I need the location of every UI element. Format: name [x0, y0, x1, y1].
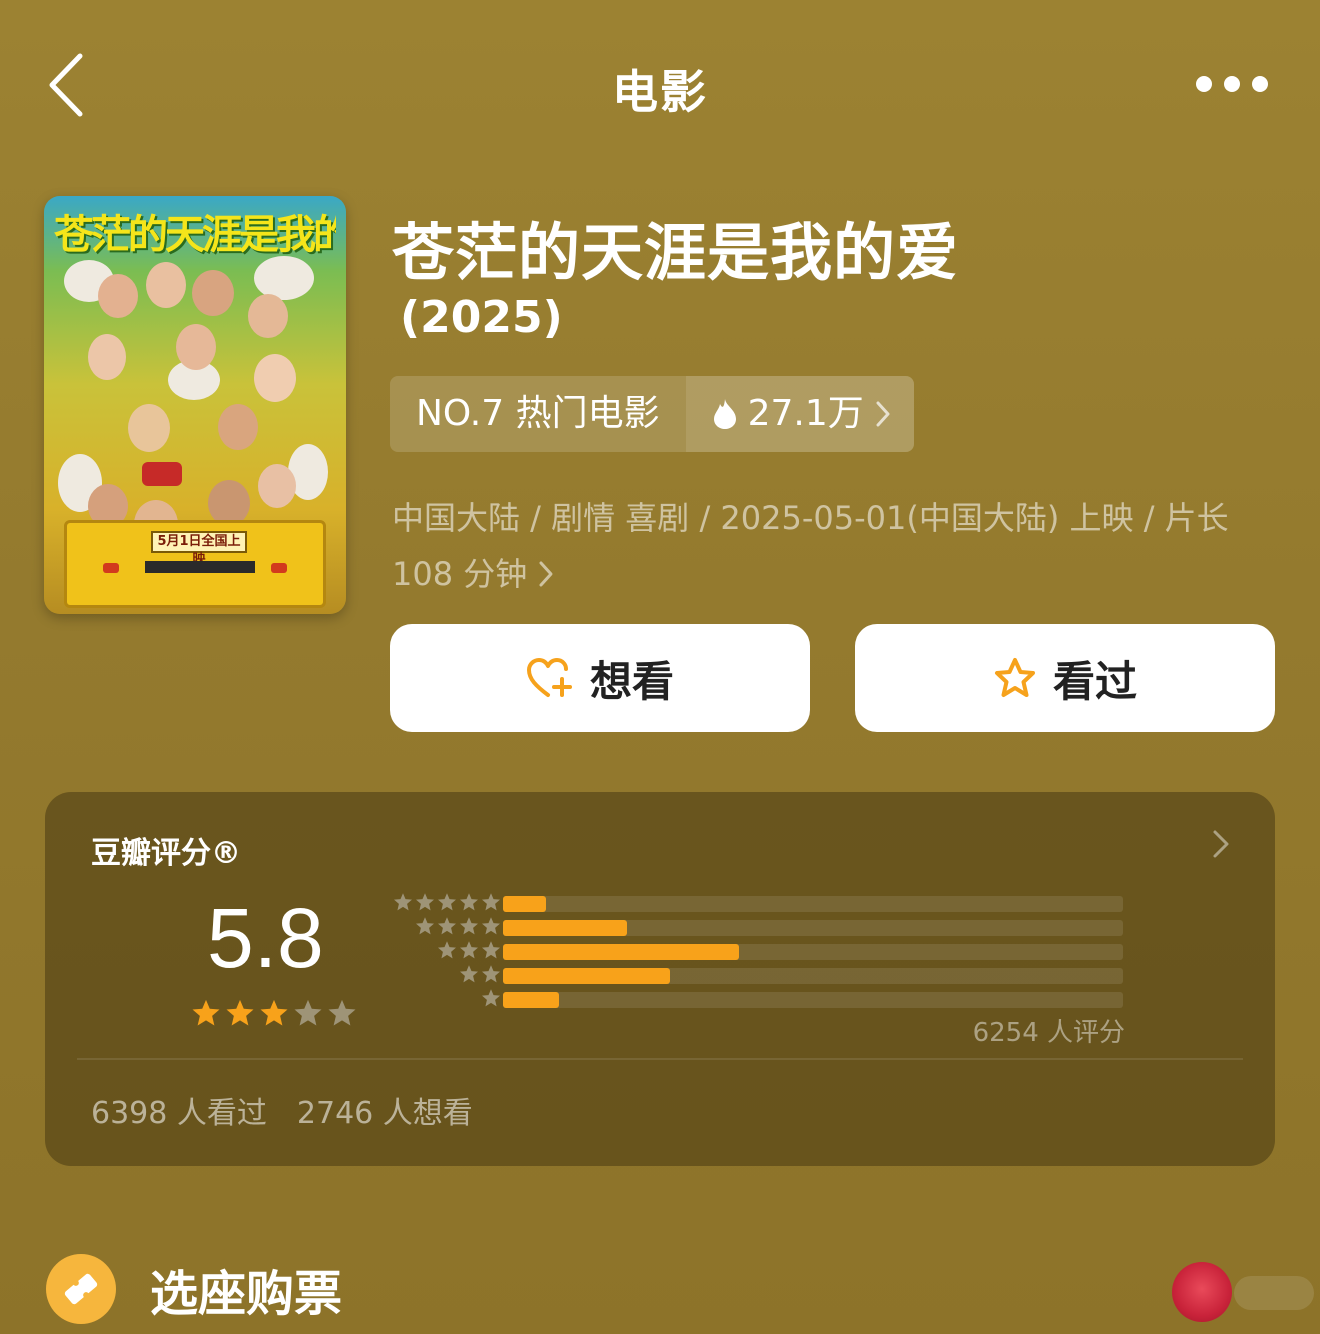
distribution-stars [459, 964, 501, 984]
star-empty-icon [294, 999, 322, 1026]
poster-title-art: 苍茫的天涯是我的爱 [54, 211, 336, 258]
movie-year: (2025) [400, 292, 563, 343]
movie-title: 苍茫的天涯是我的爱 [392, 216, 960, 289]
heat-value: 27.1万 [747, 393, 864, 434]
star-small-icon [482, 965, 500, 983]
distribution-track [503, 920, 1123, 936]
star-filled-icon [260, 999, 288, 1026]
buy-ticket-row[interactable]: 选座购票 [46, 1254, 342, 1324]
ticket-icon [46, 1254, 116, 1324]
more-options-button[interactable] [1196, 66, 1268, 102]
distribution-row [383, 988, 1133, 1012]
chevron-right-icon [876, 401, 890, 427]
want-to-watch-button[interactable]: 想看 [390, 624, 810, 732]
star-small-icon [460, 917, 478, 935]
chevron-right-icon [539, 561, 553, 587]
want-to-watch-label: 想看 [589, 656, 674, 706]
distribution-row [383, 892, 1133, 916]
watched-button[interactable]: 看过 [855, 624, 1275, 732]
more-dot-icon [1196, 76, 1212, 92]
meta-line-1: 中国大陆 / 剧情 喜剧 / 2025-05-01(中国大陆) 上映 / 片长 [392, 499, 1229, 537]
distribution-stars [437, 940, 501, 960]
distribution-stars [415, 916, 501, 936]
chevron-right-icon [1213, 830, 1229, 858]
distribution-bar [503, 968, 671, 984]
watched-count: 6398 人看过 [91, 1096, 267, 1131]
distribution-track [503, 968, 1123, 984]
distribution-row [383, 916, 1133, 940]
rating-card-title: 豆瓣评分® [91, 836, 241, 871]
distribution-bar [503, 944, 739, 960]
distribution-bar [503, 992, 559, 1008]
star-empty-icon [328, 999, 356, 1026]
star-small-icon [482, 917, 500, 935]
poster-truck-art: 5月1日全国上映 [64, 520, 326, 608]
rating-score: 5.8 [207, 891, 324, 985]
star-filled-icon [192, 999, 220, 1026]
star-small-icon [460, 941, 478, 959]
want-count: 2746 人想看 [296, 1096, 473, 1131]
flame-icon [713, 399, 736, 429]
rating-distribution [383, 892, 1133, 1012]
nav-bar: 电影 [0, 0, 1320, 170]
meta-line-2: 108 分钟 [392, 555, 528, 593]
poster-release-banner: 5月1日全国上映 [151, 531, 247, 567]
distribution-bar [503, 920, 627, 936]
poster-crowd-art [58, 254, 332, 554]
star-filled-icon [226, 999, 254, 1026]
rating-count: 6254 人评分 [972, 1018, 1125, 1048]
more-dot-icon [1252, 76, 1268, 92]
star-small-icon [460, 893, 478, 911]
more-dot-icon [1224, 76, 1240, 92]
distribution-stars [393, 892, 501, 912]
douban-rating-card[interactable]: 豆瓣评分® 5.8 6254 人评分 6398 人看过 2746 人想看 [45, 792, 1275, 1166]
star-small-icon [438, 917, 456, 935]
star-small-icon [438, 893, 456, 911]
distribution-stars [481, 988, 501, 1008]
rating-divider [77, 1058, 1243, 1060]
buy-ticket-label: 选座购票 [150, 1266, 343, 1322]
star-small-icon [460, 965, 478, 983]
movie-poster[interactable]: 苍茫的天涯是我的爱 5月1日全国上映 [44, 196, 346, 614]
star-small-icon [438, 941, 456, 959]
distribution-track [503, 896, 1123, 912]
rank-label: NO.7 热门电影 [416, 393, 660, 434]
watched-label: 看过 [1052, 656, 1137, 706]
rating-stars [191, 998, 357, 1028]
avatar[interactable] [1172, 1262, 1232, 1322]
star-small-icon [482, 989, 500, 1007]
heart-plus-icon [526, 658, 572, 697]
star-small-icon [416, 917, 434, 935]
watch-stats: 6398 人看过 2746 人想看 [91, 1088, 473, 1132]
heat-indicator: 27.1万 [685, 376, 914, 452]
distribution-track [503, 944, 1123, 960]
avatar-trail-bar [1234, 1276, 1314, 1310]
distribution-bar [503, 896, 547, 912]
star-small-icon [482, 941, 500, 959]
nav-title: 电影 [612, 65, 708, 119]
distribution-track [503, 992, 1123, 1008]
ranking-badge[interactable]: NO.7 热门电影 27.1万 [390, 376, 914, 452]
distribution-row [383, 940, 1133, 964]
star-small-icon [394, 893, 412, 911]
star-small-icon [482, 893, 500, 911]
distribution-row [383, 964, 1133, 988]
movie-meta[interactable]: 中国大陆 / 剧情 喜剧 / 2025-05-01(中国大陆) 上映 / 片长 … [392, 490, 1252, 602]
star-small-icon [416, 893, 434, 911]
star-outline-icon [994, 658, 1035, 697]
